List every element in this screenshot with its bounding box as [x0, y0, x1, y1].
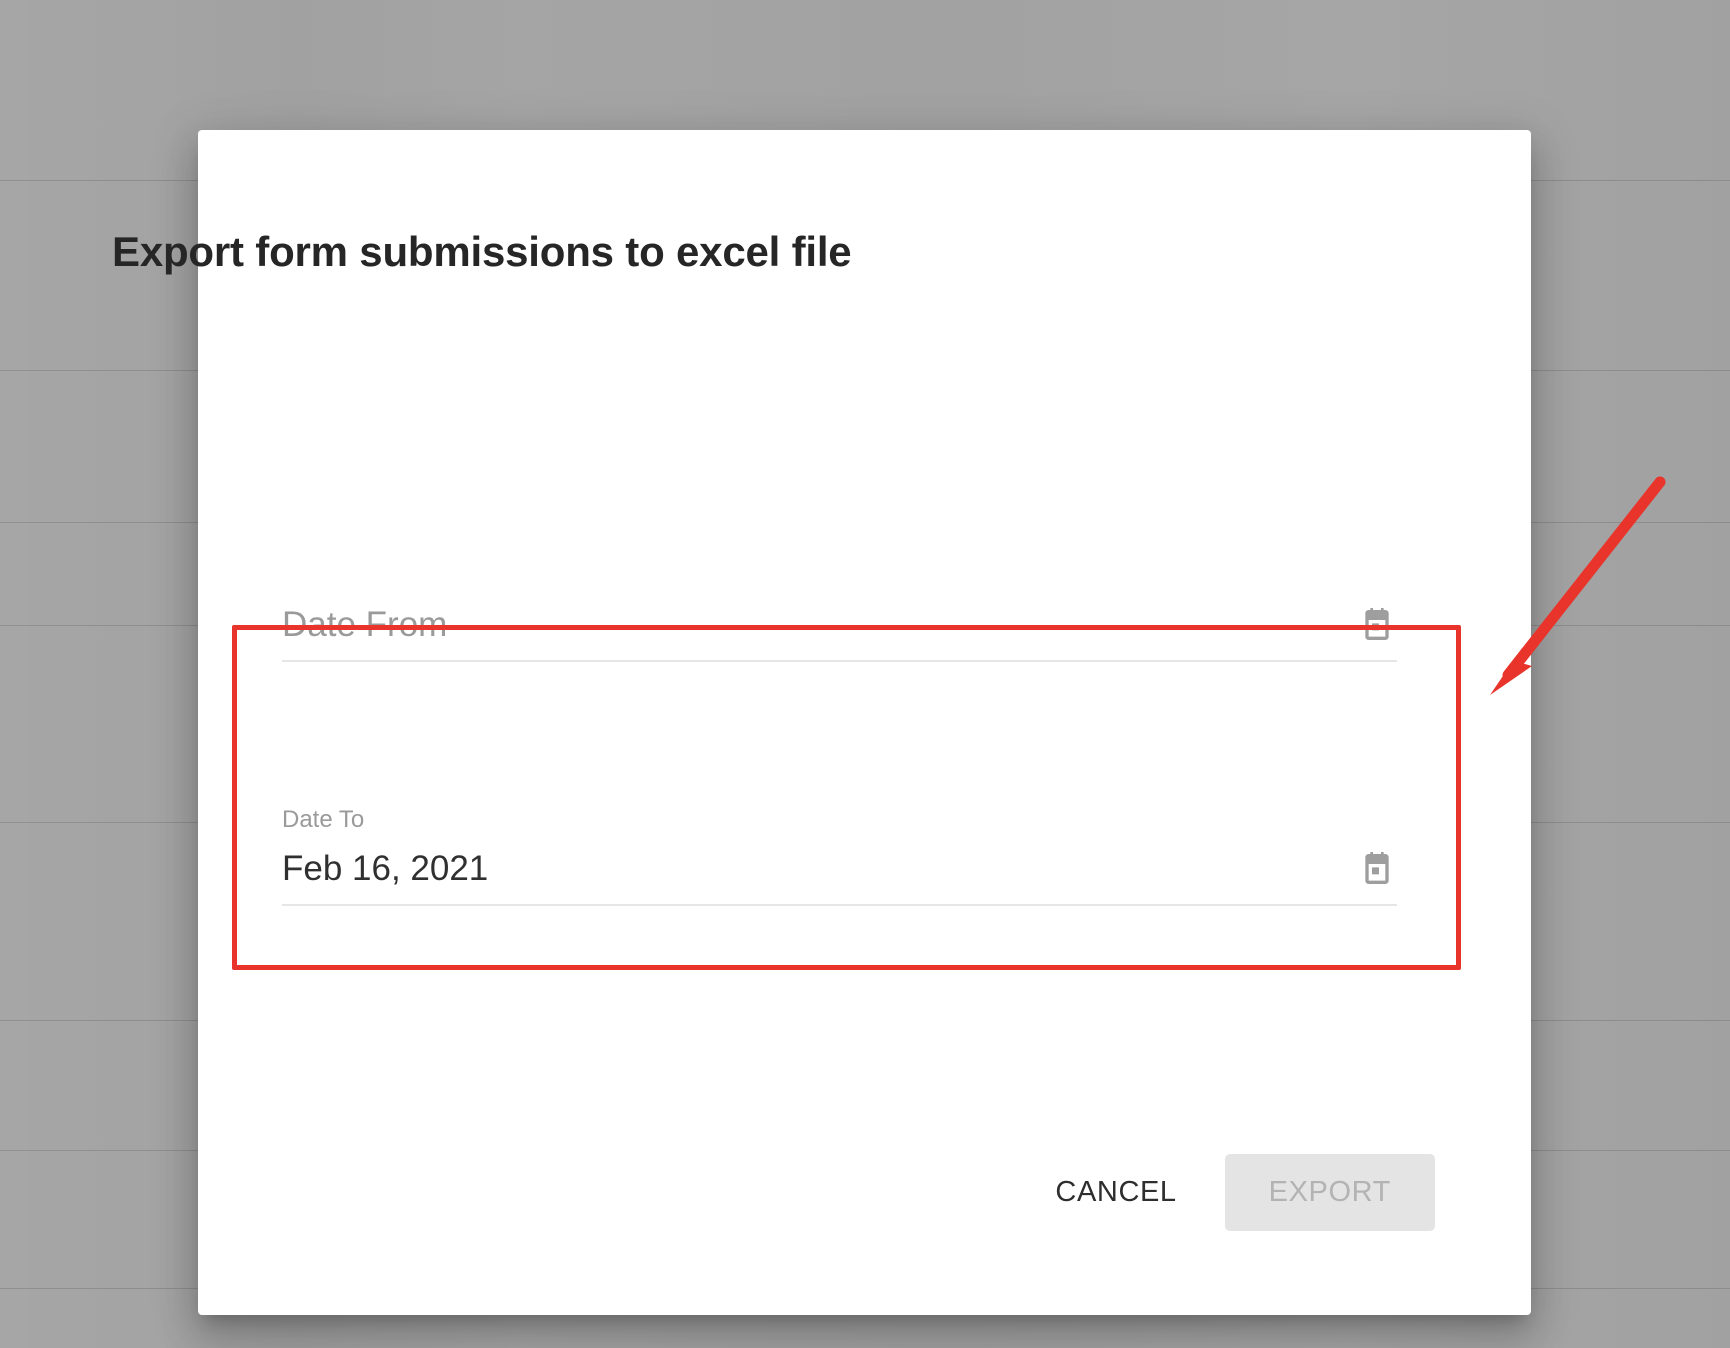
date-to-input-row[interactable]: Feb 16, 2021 [282, 848, 1397, 890]
dialog-title: Export form submissions to excel file [112, 228, 852, 275]
export-dialog: Date From Date To Feb 16, 2021 [198, 130, 1531, 1315]
export-button[interactable]: EXPORT [1224, 1153, 1435, 1231]
calendar-icon[interactable] [1357, 849, 1397, 889]
date-from-input-row[interactable]: Date From [282, 604, 1397, 646]
date-to-underline [282, 904, 1397, 906]
dialog-action-bar: CANCEL EXPORT [198, 1147, 1531, 1237]
cancel-button[interactable]: CANCEL [1029, 1158, 1202, 1227]
date-from-underline [282, 660, 1397, 662]
calendar-icon[interactable] [1357, 605, 1397, 645]
date-to-label: Date To [282, 806, 365, 833]
date-to-value: Feb 16, 2021 [282, 849, 489, 888]
date-from-placeholder: Date From [282, 605, 448, 644]
